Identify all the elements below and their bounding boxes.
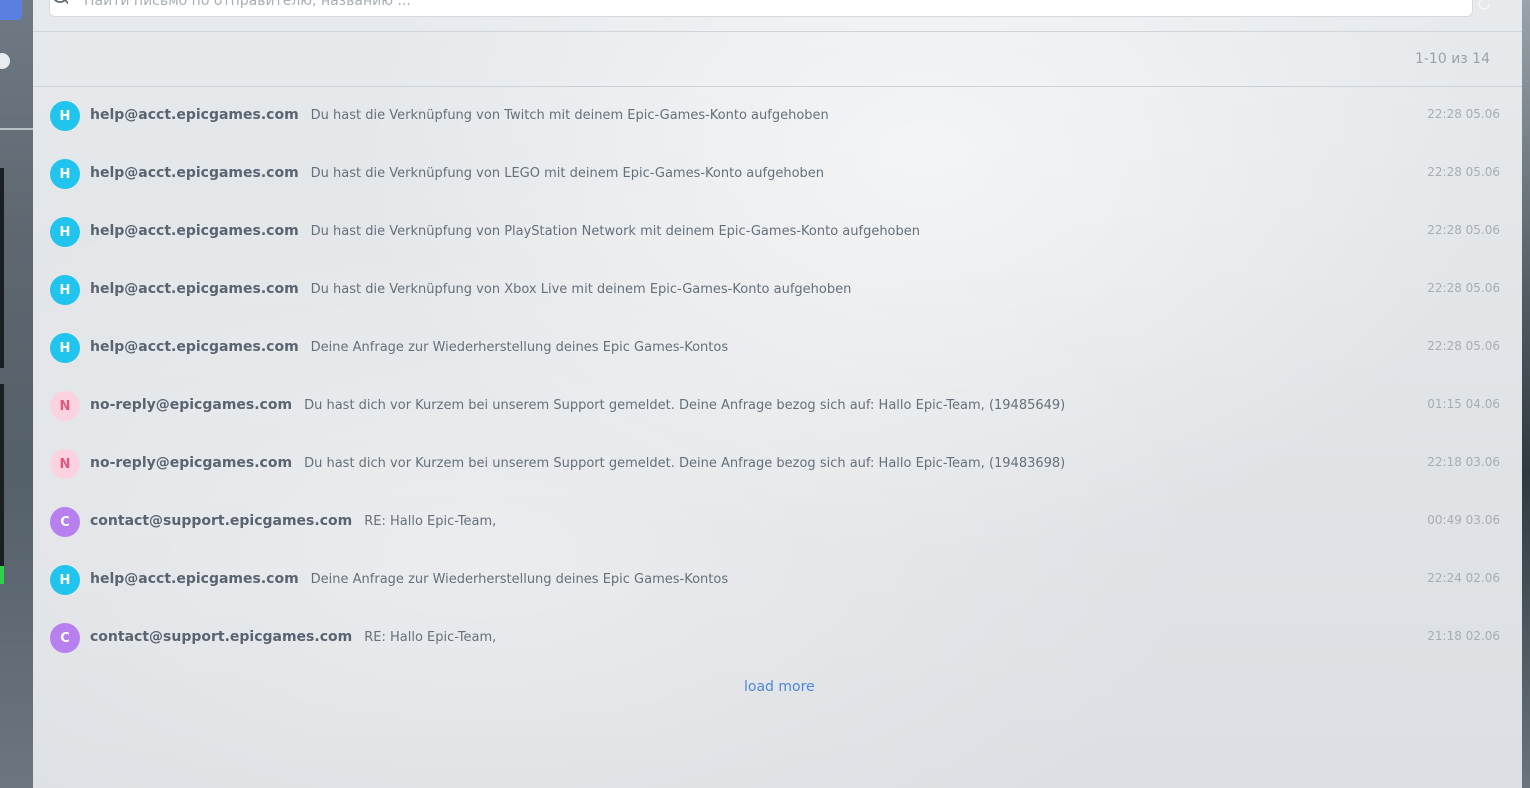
left-background-strip: [0, 0, 33, 788]
sender-email: no-reply@epicgames.com Du hast dich vor K…: [90, 455, 1066, 471]
left-divider: [0, 128, 33, 130]
email-time: 22:28 05.06: [1427, 339, 1500, 353]
left-dark-bar: [0, 384, 4, 584]
email-time: 22:24 02.06: [1427, 571, 1500, 585]
refresh-icon[interactable]: [1477, 0, 1491, 10]
pagination-counter: 1-10 из 14: [1414, 51, 1490, 67]
email-time: 22:28 05.06: [1427, 107, 1500, 121]
search-icon[interactable]: [53, 0, 70, 9]
search-input[interactable]: [84, 0, 1444, 11]
load-more-link[interactable]: load more: [744, 679, 815, 695]
email-time: 22:28 05.06: [1427, 281, 1500, 295]
email-subject: Du hast die Verknüpfung von LEGO mit dei…: [310, 166, 825, 181]
email-row[interactable]: N no-reply@epicgames.com Du hast dich vor…: [33, 377, 1522, 435]
sender-avatar: H: [50, 275, 80, 305]
email-subject: Du hast die Verknüpfung von Twitch mit d…: [310, 108, 829, 123]
email-subject: Du hast dich vor Kurzem bei unserem Supp…: [304, 398, 1066, 413]
left-tab-fragment[interactable]: [0, 0, 22, 20]
email-row[interactable]: C contact@support.epicgames.com RE: Hallo…: [33, 609, 1522, 667]
email-time: 22:28 05.06: [1427, 165, 1500, 179]
email-time: 00:49 03.06: [1427, 513, 1500, 527]
sender-avatar: C: [50, 623, 80, 653]
sender-email: help@acct.epicgames.com Du hast die Verkn…: [90, 281, 852, 297]
email-subject: Du hast die Verknüpfung von PlayStation …: [310, 224, 920, 239]
email-row[interactable]: H help@acct.epicgames.com Du hast die Ver…: [33, 261, 1522, 319]
left-dark-bar: [0, 168, 4, 368]
sender-email: help@acct.epicgames.com Deine Anfrage zur…: [90, 571, 729, 587]
right-background-strip: [1522, 0, 1530, 788]
email-time: 21:18 02.06: [1427, 629, 1500, 643]
left-status-indicator: [0, 566, 4, 584]
email-subject: Du hast die Verknüpfung von Xbox Live mi…: [310, 282, 852, 297]
email-subject: RE: Hallo Epic-Team,: [364, 630, 497, 645]
email-subject: Deine Anfrage zur Wiederherstellung dein…: [310, 572, 729, 587]
sender-email: help@acct.epicgames.com Du hast die Verkn…: [90, 107, 829, 123]
sender-email: no-reply@epicgames.com Du hast dich vor K…: [90, 397, 1066, 413]
email-row[interactable]: H help@acct.epicgames.com Deine Anfrage z…: [33, 551, 1522, 609]
sender-avatar: H: [50, 333, 80, 363]
sender-avatar: N: [50, 391, 80, 421]
sender-avatar: C: [50, 507, 80, 537]
sender-avatar: H: [50, 159, 80, 189]
email-row[interactable]: H help@acct.epicgames.com Du hast die Ver…: [33, 87, 1522, 145]
email-time: 22:28 05.06: [1427, 223, 1500, 237]
sender-email: help@acct.epicgames.com Deine Anfrage zur…: [90, 339, 729, 355]
email-list: H help@acct.epicgames.com Du hast die Ver…: [33, 87, 1522, 667]
email-row[interactable]: N no-reply@epicgames.com Du hast dich vor…: [33, 435, 1522, 493]
sender-email: contact@support.epicgames.com RE: Hallo E…: [90, 629, 497, 645]
sender-avatar: N: [50, 449, 80, 479]
email-row[interactable]: H help@acct.epicgames.com Deine Anfrage z…: [33, 319, 1522, 377]
sender-avatar: H: [50, 101, 80, 131]
sender-email: contact@support.epicgames.com RE: Hallo E…: [90, 513, 497, 529]
toggle-knob-fragment[interactable]: [0, 53, 10, 69]
email-row[interactable]: H help@acct.epicgames.com Du hast die Ver…: [33, 203, 1522, 261]
sender-avatar: H: [50, 217, 80, 247]
email-subject: Du hast dich vor Kurzem bei unserem Supp…: [304, 456, 1066, 471]
email-time: 22:18 03.06: [1427, 455, 1500, 469]
search-divider: [33, 31, 1522, 32]
sender-email: help@acct.epicgames.com Du hast die Verkn…: [90, 223, 920, 239]
mail-panel: 1-10 из 14 H help@acct.epicgames.comDu h…: [33, 0, 1522, 788]
email-subject: Deine Anfrage zur Wiederherstellung dein…: [310, 340, 729, 355]
email-row[interactable]: C contact@support.epicgames.com RE: Hallo…: [33, 493, 1522, 551]
email-row[interactable]: H help@acct.epicgames.com Du hast die Ver…: [33, 145, 1522, 203]
email-subject: RE: Hallo Epic-Team,: [364, 514, 497, 529]
search-bar[interactable]: [49, 0, 1473, 17]
sender-avatar: H: [50, 565, 80, 595]
sender-email: help@acct.epicgames.com Du hast die Verkn…: [90, 165, 825, 181]
email-time: 01:15 04.06: [1427, 397, 1500, 411]
